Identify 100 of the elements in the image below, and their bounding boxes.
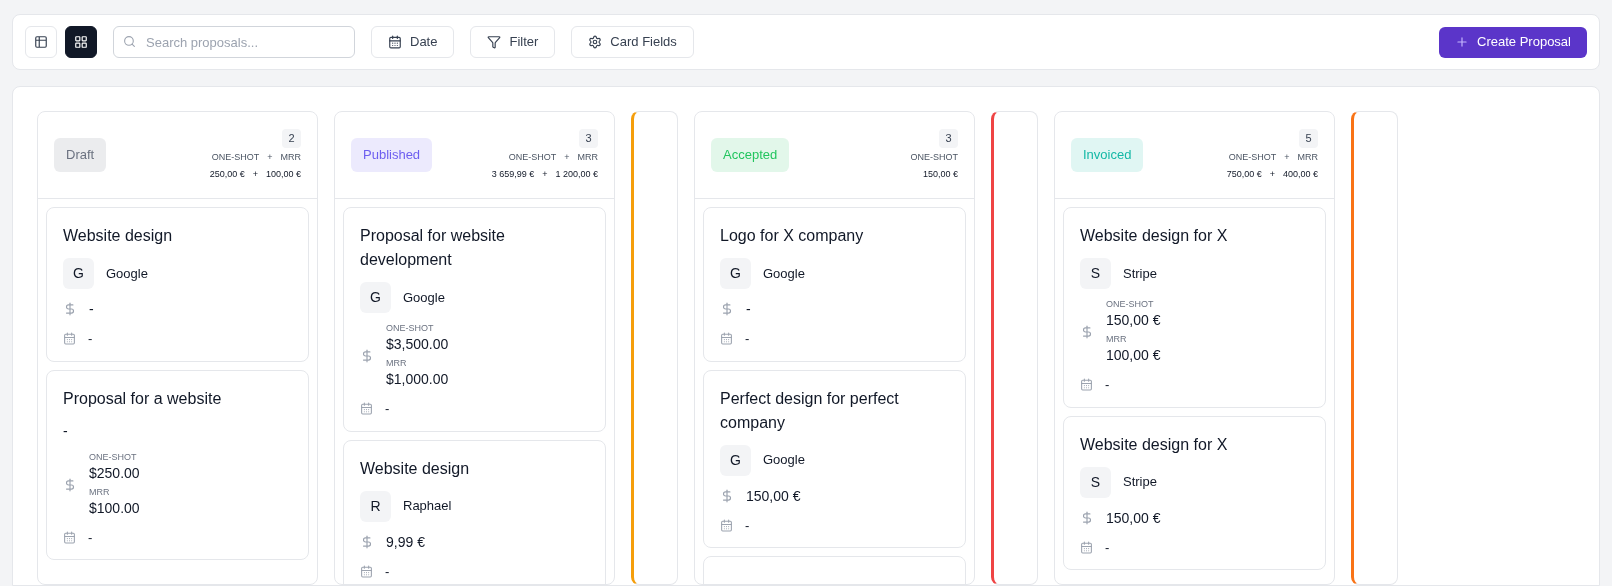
total-value: 750,00 € xyxy=(1226,167,1262,181)
dollar-icon xyxy=(360,349,374,363)
amount-label: MRR xyxy=(386,358,408,369)
calendar-icon xyxy=(388,35,402,49)
calendar-icon xyxy=(1080,378,1093,392)
total-label: ONE-SHOT xyxy=(910,151,958,164)
amount-value: 9,99 € xyxy=(386,532,425,552)
proposal-card[interactable]: Logo for X company G Google - - xyxy=(703,207,966,362)
card-title: Website design for X xyxy=(1080,226,1229,246)
total-label: + xyxy=(267,151,273,164)
status-badge: Draft xyxy=(54,138,107,172)
table-icon xyxy=(34,35,48,49)
proposal-card[interactable]: Website design R Raphael 9,99 € - xyxy=(343,439,606,584)
count-badge: 2 xyxy=(282,129,301,148)
total-label: MRR xyxy=(280,151,301,164)
proposal-card[interactable]: Website design for X S Stripe 150,00 € - xyxy=(1063,415,1326,570)
date-value: - xyxy=(385,400,390,418)
proposal-card[interactable]: Proposal for a website - ONE-SHOT $250.00 MRR $100.00 - xyxy=(46,369,309,560)
proposal-card[interactable]: Website design for X S Stripe ONE-SHOT 150,00 € MRR 100,00 € - xyxy=(1063,207,1326,408)
filter-icon xyxy=(487,35,502,49)
amount-label: MRR xyxy=(89,486,111,498)
proposal-card[interactable]: Perfect design for perfect company G Google 150,00 € - xyxy=(703,369,966,548)
date-value: - xyxy=(88,528,93,547)
amount-label: ONE-SHOT xyxy=(1106,299,1155,310)
total-label: MRR xyxy=(577,151,598,164)
amount-value: 150,00 € xyxy=(1106,311,1161,330)
date-value: - xyxy=(385,562,390,581)
amount-value: $3,500.00 xyxy=(386,335,449,354)
dollar-icon xyxy=(360,534,374,549)
list-view-button[interactable] xyxy=(25,26,57,58)
client-avatar: G xyxy=(720,444,751,476)
amount-value: $100.00 xyxy=(89,498,140,518)
client-avatar: G xyxy=(720,258,751,289)
client-name: Raphael xyxy=(403,497,452,516)
card-title: Proposal for a website xyxy=(63,388,223,409)
client-name: Google xyxy=(403,288,445,307)
client-avatar: G xyxy=(360,282,391,313)
card-title: Website design xyxy=(63,226,174,246)
plus-icon xyxy=(1455,35,1470,49)
amount-value: $250.00 xyxy=(89,463,140,483)
dollar-icon xyxy=(720,488,734,503)
total-label: ONE-SHOT xyxy=(211,151,260,164)
search-field[interactable]: Search proposals... xyxy=(113,26,355,58)
dollar-icon xyxy=(1080,325,1094,339)
client-avatar: G xyxy=(63,258,94,289)
date-button[interactable]: Date xyxy=(371,26,455,58)
amount-label: ONE-SHOT xyxy=(89,451,138,463)
date-value: - xyxy=(745,330,750,348)
client-name: Google xyxy=(106,264,148,283)
date-value: - xyxy=(1105,538,1110,557)
count-badge: 5 xyxy=(1299,129,1318,148)
status-badge: Accepted xyxy=(711,138,790,172)
collapsed-column[interactable] xyxy=(631,111,678,585)
proposal-card[interactable]: Website design G Google - - xyxy=(46,207,309,362)
calendar-icon xyxy=(720,332,733,346)
client-name: Google xyxy=(763,264,805,283)
client-avatar: R xyxy=(360,490,391,522)
amount-value: 150,00 € xyxy=(746,486,801,506)
date-value: - xyxy=(88,330,93,348)
total-label: ONE-SHOT xyxy=(508,151,557,164)
date-value: - xyxy=(745,516,750,535)
calendar-icon xyxy=(720,518,733,532)
proposal-card[interactable]: Proposal for website development G Google ONE-SHOT $3,500.00 MRR $1,000.00 - xyxy=(343,207,606,432)
dollar-icon xyxy=(63,477,77,492)
card-title: Website design for X xyxy=(1080,434,1229,455)
client-avatar: S xyxy=(1080,258,1111,289)
dollar-icon xyxy=(720,302,734,316)
total-label: + xyxy=(564,151,570,164)
count-badge: 3 xyxy=(939,129,958,148)
client-avatar: S xyxy=(1080,466,1111,498)
client-name: Stripe xyxy=(1123,264,1157,283)
date-value: - xyxy=(1105,376,1110,394)
amount-value: 100,00 € xyxy=(1106,346,1161,365)
total-value: + xyxy=(1269,167,1275,181)
calendar-icon xyxy=(63,332,76,346)
settings-icon xyxy=(588,35,603,49)
create-proposal-button[interactable]: Create Proposal xyxy=(1439,26,1587,58)
grid-icon xyxy=(74,35,88,49)
amount-label: MRR xyxy=(1106,334,1128,345)
calendar-icon xyxy=(63,530,76,544)
dollar-icon xyxy=(63,302,77,316)
amount-value: $1,000.00 xyxy=(386,370,449,389)
calendar-icon xyxy=(360,402,373,416)
total-value: 1 200,00 € xyxy=(555,167,598,181)
count-badge: 3 xyxy=(579,129,598,148)
calendar-icon xyxy=(360,564,373,578)
status-badge: Invoiced xyxy=(1071,138,1144,172)
grid-view-button[interactable] xyxy=(65,26,97,58)
fields-button[interactable]: Card Fields xyxy=(571,26,694,58)
total-label: MRR xyxy=(1297,151,1318,164)
filter-button[interactable]: Filter xyxy=(470,26,556,58)
amount-label: ONE-SHOT xyxy=(386,323,435,334)
total-label: + xyxy=(1284,151,1290,164)
client-name: Google xyxy=(763,451,805,470)
collapsed-column[interactable] xyxy=(991,111,1038,585)
collapsed-column[interactable] xyxy=(1351,111,1398,585)
amount-value: - xyxy=(89,300,94,319)
amount-value: - xyxy=(746,300,751,319)
total-label: ONE-SHOT xyxy=(1228,151,1277,164)
total-value: + xyxy=(542,167,548,181)
